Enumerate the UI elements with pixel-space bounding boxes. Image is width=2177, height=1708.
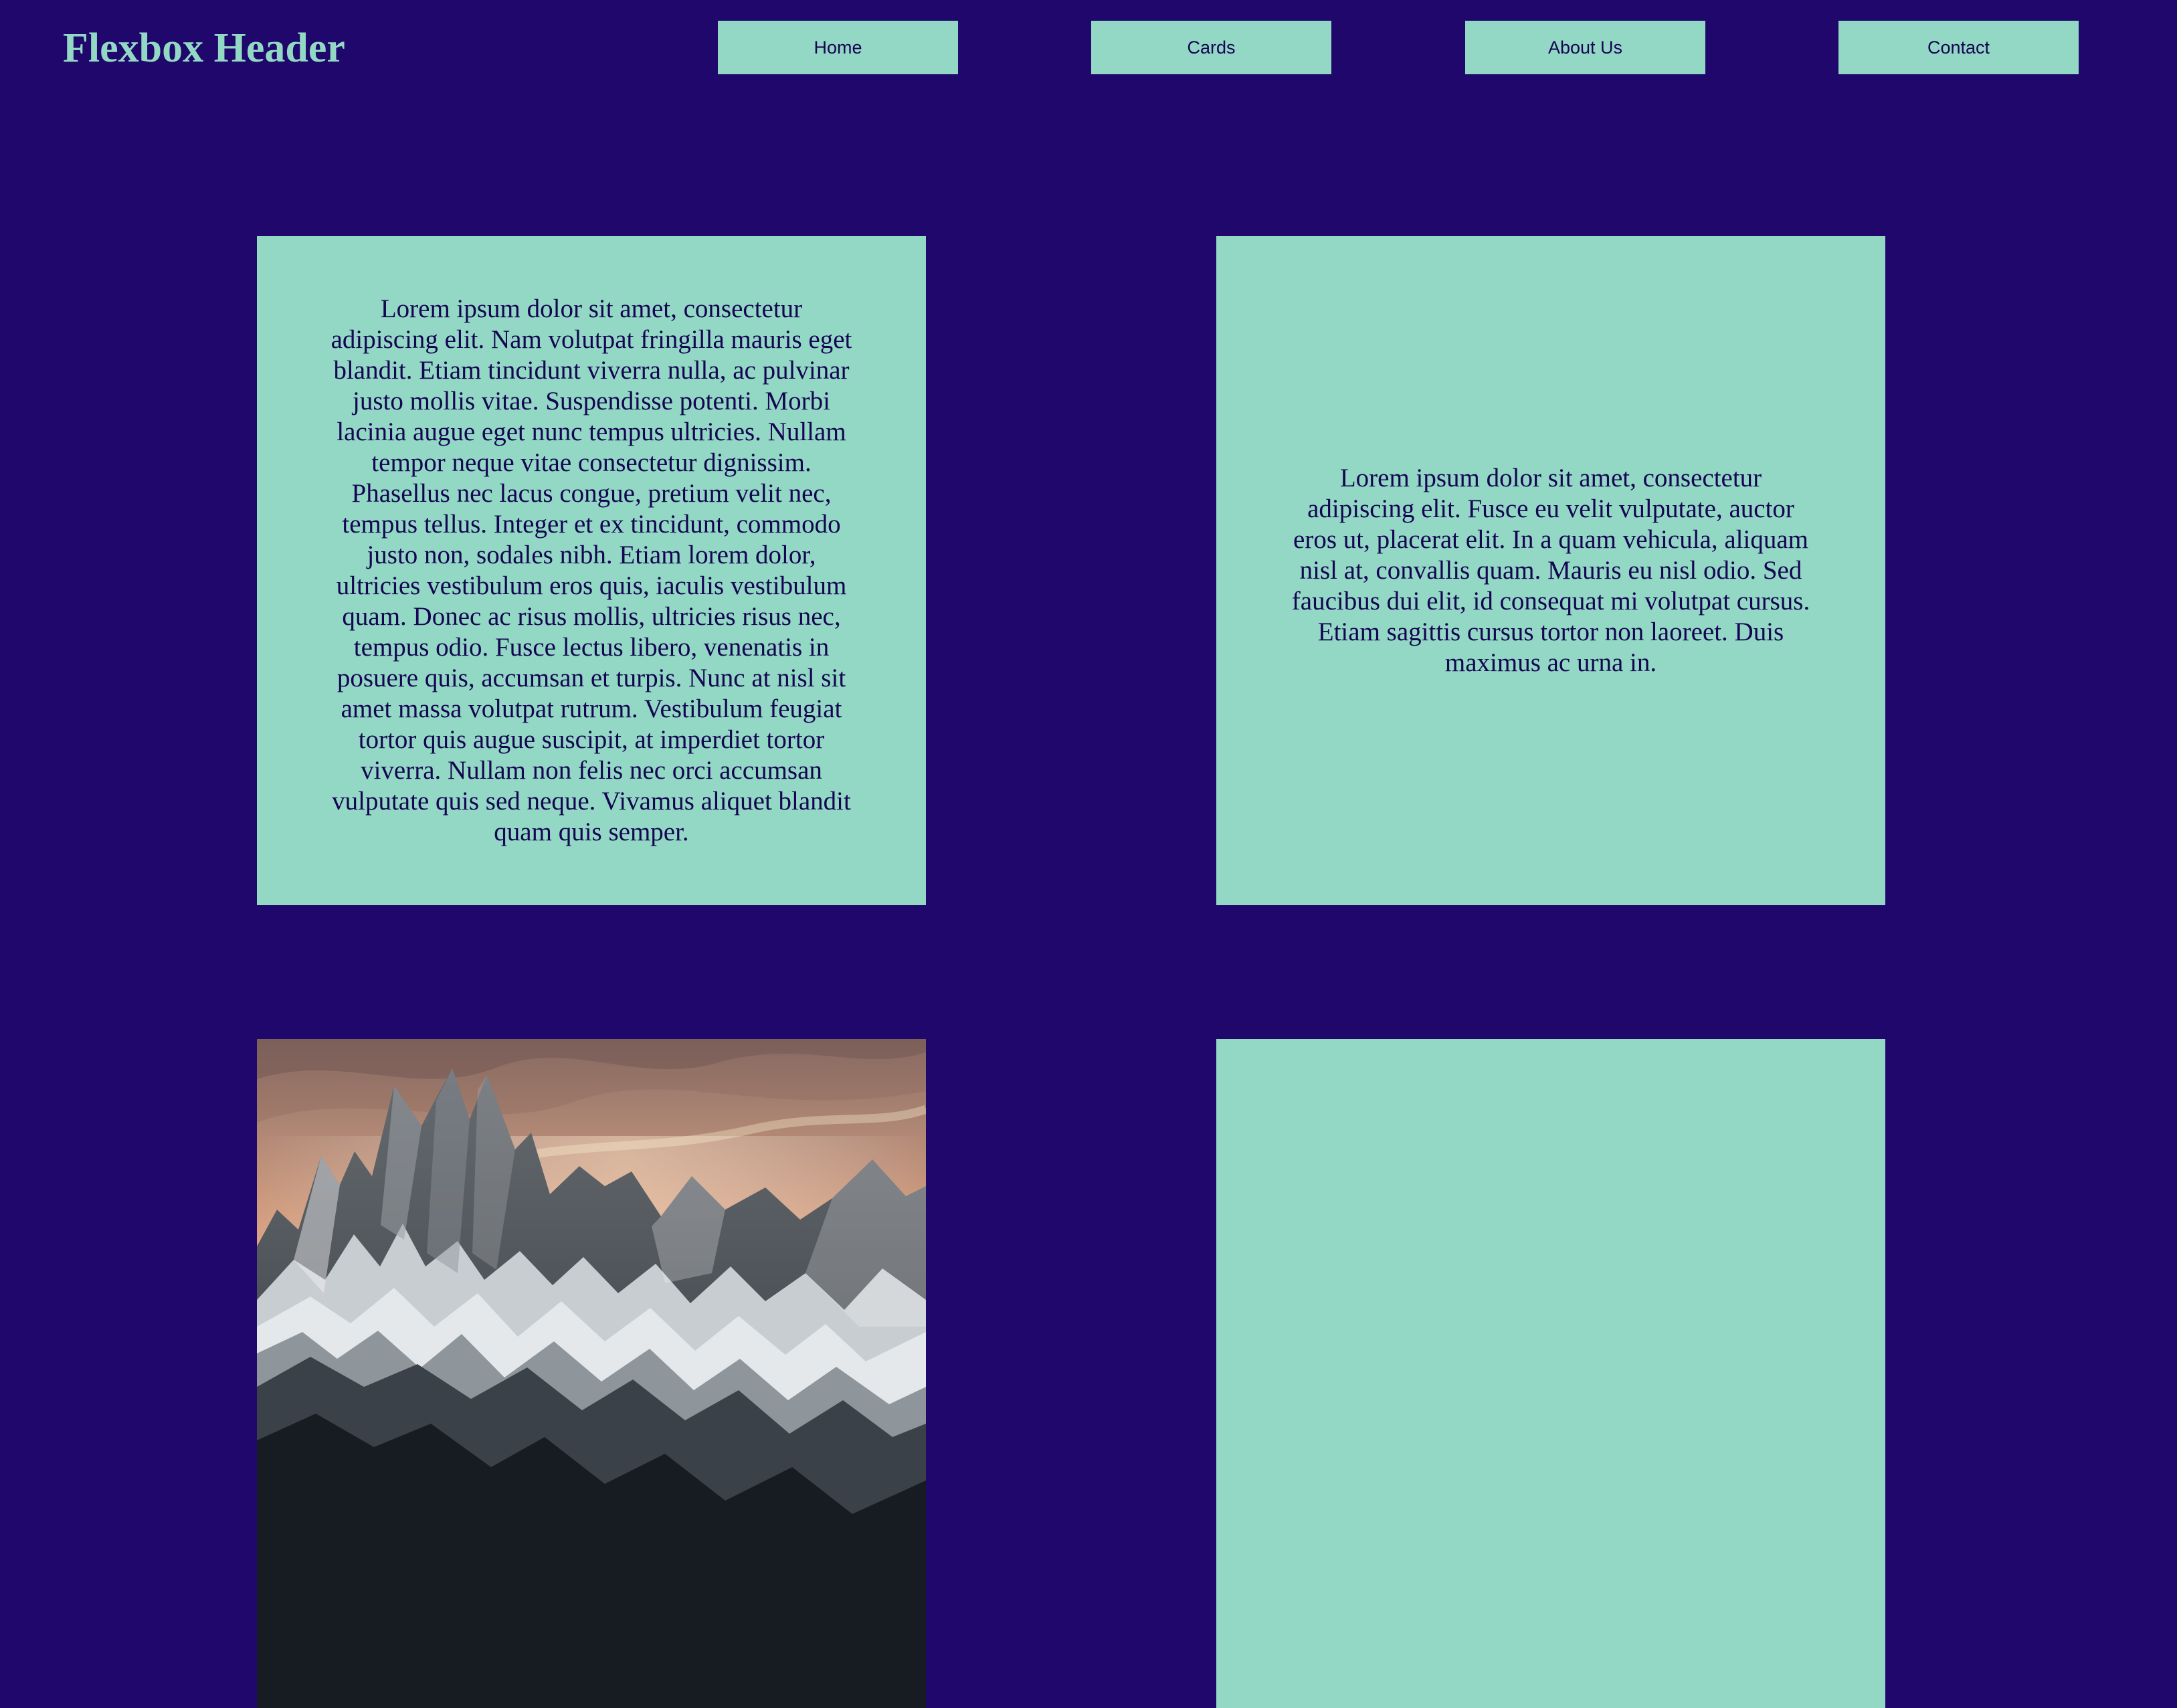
card-2-text: Lorem ipsum dolor sit amet, consectetur … bbox=[1291, 464, 1810, 677]
mountain-landscape-image bbox=[257, 1039, 926, 1708]
nav-home-button[interactable]: Home bbox=[718, 21, 958, 74]
site-title: Flexbox Header bbox=[63, 25, 345, 71]
image-card bbox=[257, 1039, 926, 1708]
empty-card bbox=[1216, 1039, 1885, 1708]
card-1-text: Lorem ipsum dolor sit amet, consectetur … bbox=[330, 294, 852, 846]
nav-cards-button[interactable]: Cards bbox=[1091, 21, 1331, 74]
site-header: Flexbox Header Home Cards About Us Conta… bbox=[0, 0, 2177, 95]
nav-contact-button[interactable]: Contact bbox=[1838, 21, 2079, 74]
nav-about-us-button[interactable]: About Us bbox=[1465, 21, 1705, 74]
text-card-1: Lorem ipsum dolor sit amet, consectetur … bbox=[257, 236, 926, 905]
text-card-2: Lorem ipsum dolor sit amet, consectetur … bbox=[1216, 236, 1885, 905]
